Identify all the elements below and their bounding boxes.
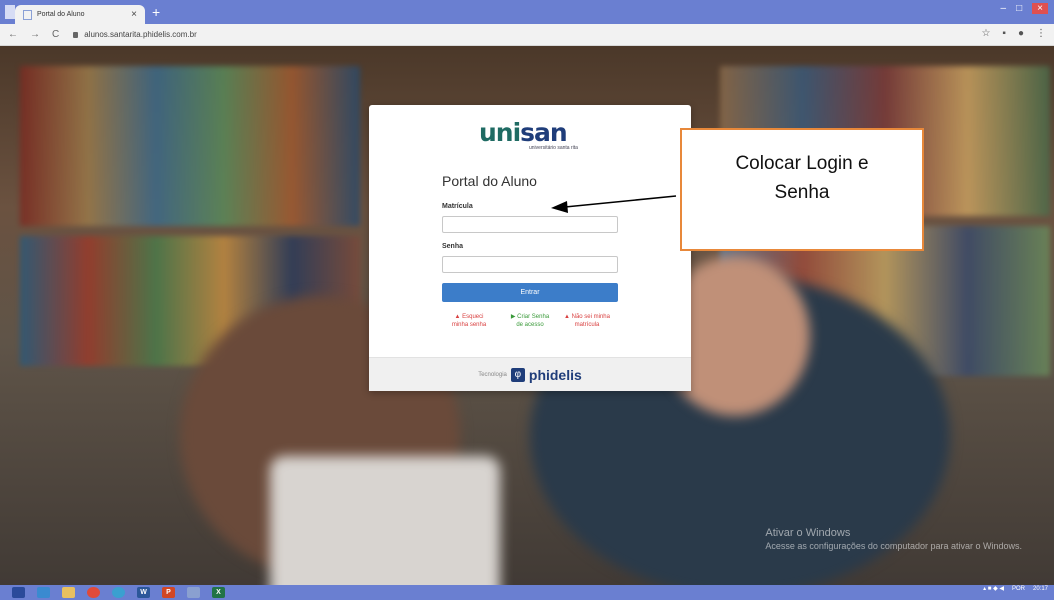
forward-icon[interactable]: → xyxy=(30,29,40,40)
profile-icon[interactable]: ● xyxy=(1018,28,1024,39)
annotation-line1: Colocar Login e xyxy=(735,153,869,174)
ie-globe-icon[interactable] xyxy=(112,587,125,598)
favicon-icon xyxy=(23,9,32,20)
language-indicator[interactable]: POR xyxy=(1012,586,1025,592)
system-tray: ▴ ■ ◆ ◀ POR 20:17 xyxy=(983,586,1048,592)
powerpoint-icon[interactable]: P xyxy=(162,587,175,598)
annotation-box: Colocar Login e Senha xyxy=(680,128,924,251)
maximize-button[interactable]: □ xyxy=(1016,3,1022,14)
tab-close-icon[interactable]: × xyxy=(131,9,137,20)
start-icon[interactable] xyxy=(12,587,25,598)
window-controls: – □ × xyxy=(1001,3,1048,14)
bookmark-star-icon[interactable]: ☆ xyxy=(981,28,990,39)
page-background: unisan universitário santa rita Portal d… xyxy=(0,46,1054,585)
clock[interactable]: 20:17 xyxy=(1033,586,1048,592)
window-icon xyxy=(5,5,15,19)
taskbar: W P X ▴ ■ ◆ ◀ POR 20:17 xyxy=(0,585,1054,600)
file-explorer-icon[interactable] xyxy=(62,587,75,598)
tray-icons[interactable]: ▴ ■ ◆ ◀ xyxy=(983,586,1004,592)
close-window-button[interactable]: × xyxy=(1032,3,1048,14)
tab-title: Portal do Aluno xyxy=(37,11,85,18)
url-text[interactable]: alunos.santarita.phidelis.com.br xyxy=(84,30,197,39)
lock-icon xyxy=(73,31,79,38)
nav-buttons: ← → C xyxy=(8,29,59,40)
address-bar[interactable]: alunos.santarita.phidelis.com.br xyxy=(73,30,197,39)
browser-titlebar: Portal do Aluno × + – □ × xyxy=(0,0,1054,24)
windows-activation-watermark: Ativar o Windows Acesse as configurações… xyxy=(765,527,1022,553)
menu-icon[interactable]: ⋮ xyxy=(1036,28,1046,39)
toolbar-actions: ☆ ▪ ● ⋮ xyxy=(981,28,1046,39)
browser-toolbar: ← → C alunos.santarita.phidelis.com.br ☆… xyxy=(0,24,1054,46)
back-icon[interactable]: ← xyxy=(8,29,18,40)
chrome-icon[interactable] xyxy=(87,587,100,598)
activation-subtitle: Acesse as configurações do computador pa… xyxy=(765,541,1022,551)
annotation-line2: Senha xyxy=(774,182,830,203)
minimize-button[interactable]: – xyxy=(1001,3,1007,14)
reload-icon[interactable]: C xyxy=(52,29,59,40)
browser-tab[interactable]: Portal do Aluno × xyxy=(15,5,145,24)
word-icon[interactable]: W xyxy=(137,587,150,598)
activation-title: Ativar o Windows xyxy=(765,527,851,539)
excel-icon[interactable]: X xyxy=(212,587,225,598)
new-tab-button[interactable]: + xyxy=(152,4,160,20)
annotation-arrow xyxy=(551,195,677,213)
paint-icon[interactable] xyxy=(187,587,200,598)
internet-explorer-icon[interactable] xyxy=(37,587,50,598)
extension-icon[interactable]: ▪ xyxy=(1002,28,1006,39)
